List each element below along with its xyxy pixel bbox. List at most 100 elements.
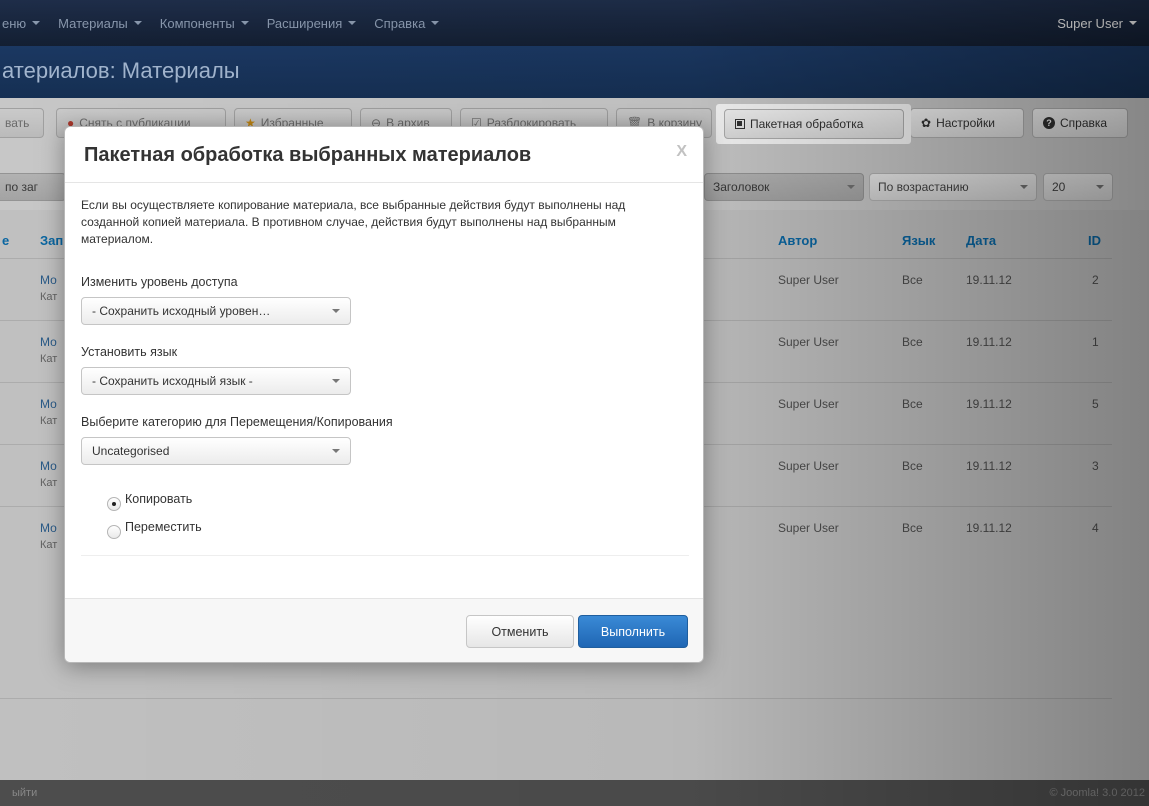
row-date: 19.11.12 (966, 459, 1012, 473)
row-category: Кат (40, 415, 58, 427)
user-name: Super User (1057, 15, 1123, 31)
column-header-status[interactable]: е (2, 233, 9, 248)
caret-down-icon (332, 449, 340, 453)
row-category: Кат (40, 291, 58, 303)
caret-down-icon (847, 185, 855, 189)
row-id: 4 (1092, 521, 1099, 535)
row-title-link[interactable]: Мо (40, 397, 57, 411)
move-radio[interactable]: Переместить (107, 515, 202, 539)
table-bottom-divider (0, 698, 1112, 699)
button-label: Пакетная обработка (750, 117, 864, 131)
limit-select[interactable]: 20 (1043, 173, 1113, 201)
top-navbar: еню Материалы Компоненты Расширения Спра… (0, 0, 1149, 46)
batch-modal: Пакетная обработка выбранных материалов … (64, 126, 704, 663)
caret-down-icon (133, 21, 142, 25)
row-date: 19.11.12 (966, 273, 1012, 287)
button-label: вать (5, 116, 30, 130)
modal-footer: Отменить Выполнить (65, 598, 703, 662)
page-title: атериалов: Материалы (2, 58, 240, 83)
batch-icon (735, 119, 745, 129)
column-header-language[interactable]: Язык (902, 233, 935, 248)
row-author[interactable]: Super User (778, 397, 839, 411)
row-author[interactable]: Super User (778, 521, 839, 535)
modal-title: Пакетная обработка выбранных материалов (84, 144, 532, 166)
page-header: атериалов: Материалы (0, 46, 1149, 98)
close-icon[interactable]: X (676, 143, 687, 161)
select-value: Uncategorised (92, 444, 170, 458)
category-label: Выберите категорию для Перемещения/Копир… (81, 415, 393, 429)
menu-item-label: Справка (374, 15, 426, 31)
row-author[interactable]: Super User (778, 273, 839, 287)
row-title-link[interactable]: Мо (40, 335, 57, 349)
user-menu[interactable]: Super User (1057, 0, 1137, 46)
logout-link[interactable]: ыйти (12, 787, 37, 799)
search-input[interactable]: по заг (0, 173, 66, 201)
menu-item-label: Материалы (58, 15, 128, 31)
row-language: Все (902, 273, 923, 287)
menu-item-components[interactable]: Компоненты (160, 16, 249, 31)
caret-down-icon (332, 379, 340, 383)
caret-down-icon (1020, 185, 1028, 189)
language-label: Установить язык (81, 345, 178, 359)
category-select[interactable]: Uncategorised (81, 437, 351, 465)
row-title-link[interactable]: Мо (40, 459, 57, 473)
button-label: Настройки (936, 116, 995, 130)
menu-item-label: еню (2, 15, 27, 31)
row-date: 19.11.12 (966, 397, 1012, 411)
menu-item-label: Компоненты (159, 15, 235, 31)
caret-down-icon (332, 309, 340, 313)
body-divider (81, 555, 689, 556)
row-title-link[interactable]: Мо (40, 521, 57, 535)
sort-field-select[interactable]: Заголовок (704, 173, 864, 201)
radio-label: Копировать (125, 492, 193, 506)
column-header-author[interactable]: Автор (778, 233, 817, 248)
button-label: Справка (1060, 116, 1108, 130)
row-date: 19.11.12 (966, 335, 1012, 349)
row-id: 3 (1092, 459, 1099, 473)
column-header-id[interactable]: ID (1088, 233, 1101, 248)
process-button[interactable]: Выполнить (578, 615, 688, 648)
radio-unchecked-icon[interactable] (107, 525, 121, 539)
row-author[interactable]: Super User (778, 335, 839, 349)
language-select[interactable]: - Сохранить исходный язык - (81, 367, 351, 395)
select-value: По возрастанию (878, 180, 969, 194)
sort-direction-select[interactable]: По возрастанию (869, 173, 1037, 201)
radio-checked-icon[interactable] (107, 497, 121, 511)
copyright-text: © Joomla! 3.0 2012 (1049, 787, 1145, 799)
select-value: 20 (1052, 180, 1066, 194)
row-title-link[interactable]: Мо (40, 273, 57, 287)
copy-radio[interactable]: Копировать (107, 487, 192, 511)
main-menu: еню Материалы Компоненты Расширения Спра… (2, 0, 457, 46)
batch-description: Если вы осуществляете копирование матери… (81, 198, 626, 246)
access-level-label: Изменить уровень доступа (81, 275, 238, 289)
column-header-title[interactable]: Зап (40, 233, 63, 248)
batch-button[interactable]: Пакетная обработка (724, 109, 904, 139)
select-value: - Сохранить исходный уровен… (92, 304, 271, 318)
row-language: Все (902, 521, 923, 535)
options-button[interactable]: ✿ Настройки (910, 108, 1024, 138)
row-author[interactable]: Super User (778, 459, 839, 473)
modal-header: Пакетная обработка выбранных материалов … (65, 127, 703, 183)
help-button[interactable]: ? Справка (1032, 108, 1128, 138)
menu-item-menus[interactable]: еню (2, 15, 41, 31)
menu-item-label: Расширения (266, 15, 343, 31)
caret-down-icon (431, 21, 440, 25)
radio-label: Переместить (125, 520, 202, 534)
access-level-select[interactable]: - Сохранить исходный уровен… (81, 297, 351, 325)
menu-item-content[interactable]: Материалы (58, 16, 142, 31)
menu-item-extensions[interactable]: Расширения (267, 16, 357, 31)
caret-down-icon (1129, 21, 1137, 25)
caret-down-icon (240, 21, 249, 25)
publish-button[interactable]: вать (0, 108, 44, 138)
row-language: Все (902, 397, 923, 411)
row-language: Все (902, 335, 923, 349)
row-category: Кат (40, 353, 58, 365)
menu-item-help[interactable]: Справка (374, 15, 440, 31)
row-id: 1 (1092, 335, 1099, 349)
cancel-button[interactable]: Отменить (466, 615, 574, 648)
select-value: Заголовок (713, 180, 770, 194)
question-circle-icon: ? (1043, 117, 1055, 129)
row-date: 19.11.12 (966, 521, 1012, 535)
column-header-date[interactable]: Дата (966, 233, 996, 248)
row-id: 2 (1092, 273, 1099, 287)
